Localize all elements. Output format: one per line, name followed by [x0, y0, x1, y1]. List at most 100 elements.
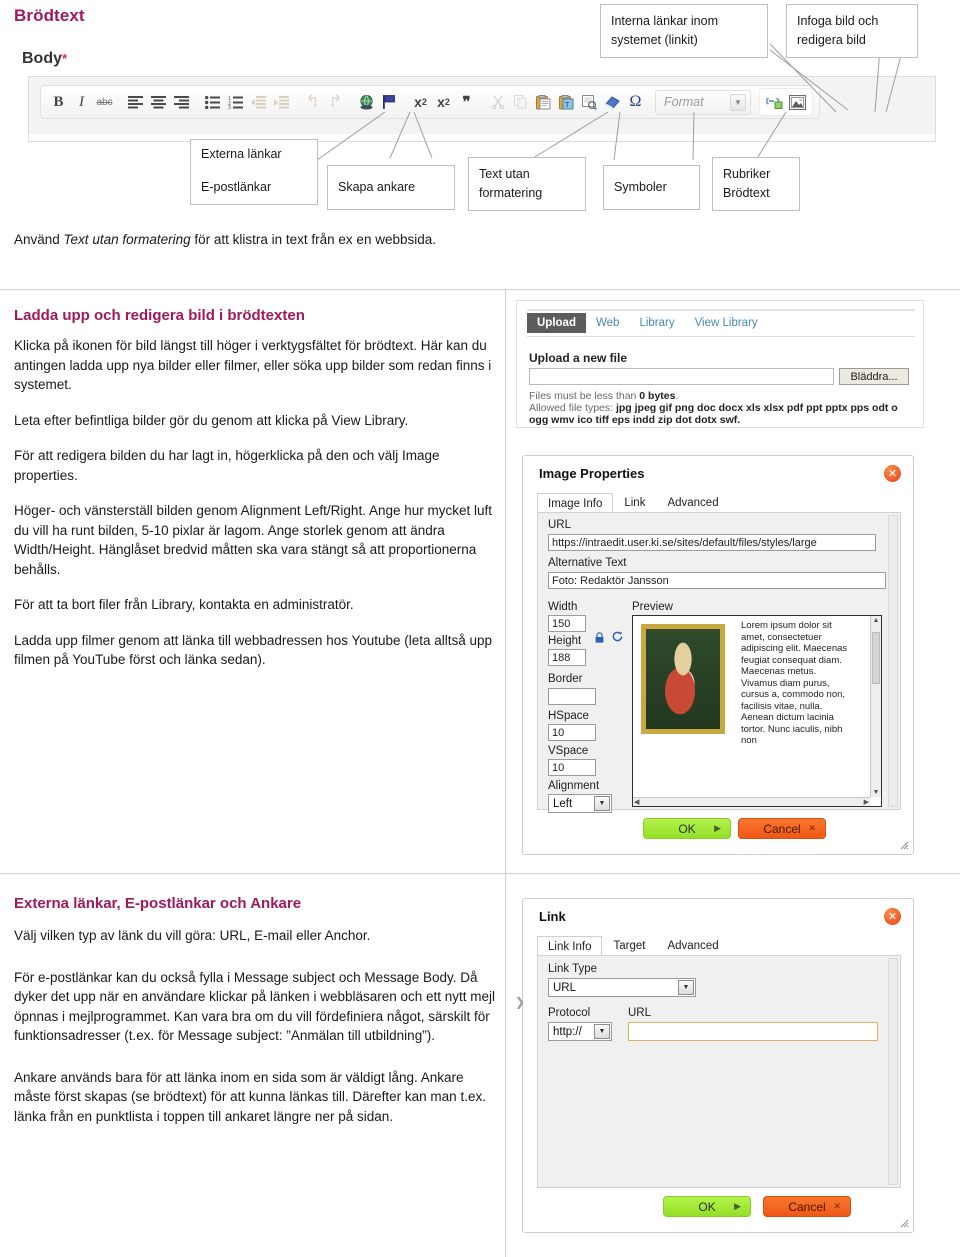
protocol-label: Protocol [548, 1007, 591, 1019]
ghost-chevron-icon: ❯ [515, 995, 526, 1009]
callout-line: E-postlänkar [201, 180, 272, 194]
anchor-flag-icon[interactable] [378, 89, 401, 115]
ok-button[interactable]: OK ▶ [643, 818, 731, 839]
scroll-right-icon[interactable]: ▶ [864, 798, 869, 806]
panel-scrollbar[interactable] [888, 958, 898, 1185]
lock-icon[interactable] [595, 630, 604, 648]
dialog-title: Link [539, 909, 566, 924]
insert-special-character-icon[interactable]: Ω [624, 89, 647, 115]
format-dropdown-value: Format [664, 95, 704, 109]
alignment-label: Alignment [548, 780, 600, 792]
tab-advanced[interactable]: Advanced [656, 492, 729, 514]
format-dropdown[interactable]: Format ▼ [655, 89, 751, 115]
paragraph: Höger- och vänsterställ bilden genom Ali… [14, 503, 493, 577]
resize-handle[interactable] [898, 1217, 909, 1228]
copy-icon[interactable] [509, 89, 532, 115]
cancel-button[interactable]: Cancel ✕ [738, 818, 826, 839]
editor-toolbar: B I abc 123 ↰ ↱ x 2 x 2 ❞ T Ω Format ▼ [40, 85, 820, 119]
vscroll-thumb[interactable] [872, 632, 880, 684]
align-left-icon[interactable] [124, 89, 147, 115]
section-heading-image: Ladda upp och redigera bild i brödtexten [14, 307, 305, 324]
numbered-list-icon[interactable]: 123 [224, 89, 247, 115]
tab-web[interactable]: Web [586, 313, 629, 333]
scroll-up-icon[interactable]: ▲ [871, 617, 881, 624]
indent-icon[interactable] [270, 89, 293, 115]
blockquote-icon[interactable]: ❞ [455, 89, 478, 115]
link-type-label: Link Type [548, 963, 598, 975]
vspace-input[interactable]: 10 [548, 759, 596, 776]
url-label: URL [628, 1007, 652, 1019]
paste-icon[interactable] [532, 89, 555, 115]
undo-icon[interactable]: ↰ [301, 89, 324, 115]
cancel-button[interactable]: Cancel ✕ [763, 1196, 851, 1217]
border-input[interactable] [548, 688, 596, 705]
superscript-icon[interactable]: x2 [409, 89, 432, 115]
width-input[interactable]: 150 [548, 615, 586, 632]
divider-top [0, 289, 960, 290]
callout-line: Interna länkar inom [611, 14, 719, 28]
body-field-label: Body* [22, 50, 67, 68]
tab-upload[interactable]: Upload [527, 313, 586, 333]
callout-line: formatering [479, 186, 543, 200]
height-input[interactable]: 188 [548, 649, 586, 666]
bulleted-list-icon[interactable] [201, 89, 224, 115]
link-type-select[interactable]: URL ▼ [548, 978, 696, 997]
chevron-down-icon: ▼ [678, 980, 694, 995]
link-type-value: URL [553, 981, 577, 994]
arrow-right-icon: ▶ [714, 823, 721, 833]
editor-content-area[interactable] [28, 134, 936, 142]
close-icon[interactable]: ✕ [884, 908, 901, 925]
callout-interna-lankar: Interna länkar inom systemet (linkit) [600, 4, 768, 58]
bold-icon[interactable]: B [47, 89, 70, 115]
preview-lorem-text: Lorem ipsum dolor sit amet, consectetuer… [741, 620, 848, 746]
svg-text:T: T [565, 102, 570, 109]
callout-line: Infoga bild och [797, 14, 879, 28]
url-input[interactable]: https://intraedit.user.ki.se/sites/defau… [548, 534, 876, 551]
upload-file-input[interactable] [529, 368, 834, 385]
strikethrough-icon[interactable]: abc [93, 89, 116, 115]
chevron-down-icon: ▼ [594, 796, 610, 811]
resize-handle[interactable] [898, 839, 909, 850]
reset-size-icon[interactable] [612, 629, 623, 647]
ok-label: OK [698, 1199, 716, 1214]
scroll-down-icon[interactable]: ▼ [871, 789, 881, 796]
callout-symboler: Symboler [603, 165, 700, 210]
url-input[interactable] [628, 1022, 878, 1041]
align-center-icon[interactable] [147, 89, 170, 115]
tab-library[interactable]: Library [629, 313, 684, 333]
protocol-select[interactable]: http:// ▼ [548, 1022, 612, 1041]
tab-view-library[interactable]: View Library [685, 313, 768, 333]
redo-icon[interactable]: ↱ [324, 89, 347, 115]
toolbar-explainer-section: Brödtext Body* B I abc 123 ↰ ↱ x 2 x 2 ❞… [0, 0, 960, 288]
upload-tabs: Upload Web Library View Library [527, 313, 768, 333]
paste-plain-text-icon[interactable]: T [555, 89, 578, 115]
outdent-icon[interactable] [247, 89, 270, 115]
scroll-left-icon[interactable]: ◀ [634, 798, 639, 806]
hspace-input[interactable]: 10 [548, 724, 596, 741]
preview-hscrollbar[interactable]: ◀ ▶ [633, 797, 870, 806]
external-link-icon[interactable] [355, 89, 378, 115]
insert-image-icon[interactable] [786, 89, 809, 115]
cut-icon[interactable] [486, 89, 509, 115]
tab-target[interactable]: Target [602, 935, 656, 957]
size-note-prefix: Files must be less than [529, 390, 640, 402]
callout-externa-lankar: Externa länkar E-postlänkar [190, 139, 318, 205]
size-note-suffix: . [675, 390, 679, 402]
paste-from-word-icon[interactable] [578, 89, 601, 115]
align-right-icon[interactable] [170, 89, 193, 115]
remove-format-icon[interactable] [601, 89, 624, 115]
subscript-icon[interactable]: x2 [432, 89, 455, 115]
tab-link[interactable]: Link [613, 492, 656, 514]
alt-text-label: Alternative Text [548, 557, 627, 569]
paragraph: Ladda upp filmer genom att länka till we… [14, 632, 493, 668]
preview-vscrollbar[interactable]: ▲ ▼ [870, 616, 881, 797]
tab-advanced[interactable]: Advanced [656, 935, 729, 957]
internal-link-icon[interactable] [763, 89, 786, 115]
ok-button[interactable]: OK ▶ [663, 1196, 751, 1217]
alt-text-input[interactable]: Foto: Redaktör Jansson [548, 572, 886, 589]
required-asterisk: * [62, 51, 68, 66]
italic-icon[interactable]: I [70, 89, 93, 115]
panel-scrollbar[interactable] [888, 515, 898, 807]
browse-button[interactable]: Bläddra... [839, 368, 909, 385]
close-icon[interactable]: ✕ [884, 465, 901, 482]
